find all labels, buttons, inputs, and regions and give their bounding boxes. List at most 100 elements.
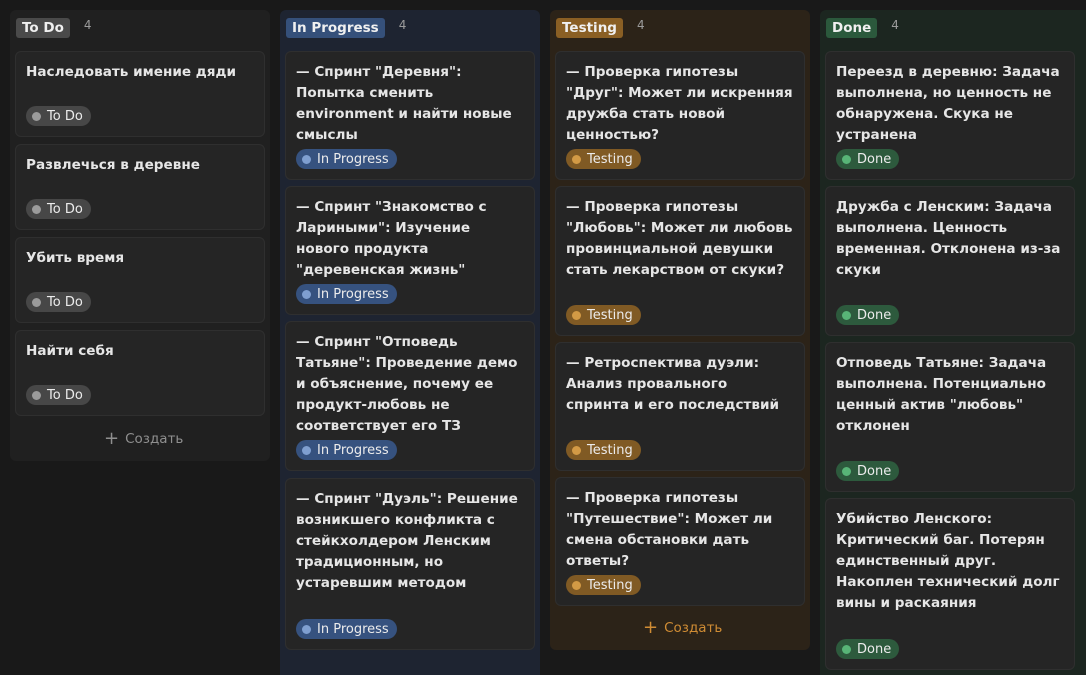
status-dot <box>302 624 311 634</box>
status-label: To Do <box>47 201 83 217</box>
status-badge[interactable]: Done <box>836 149 900 169</box>
card[interactable]: — Ретроспектива дуэли: Анализ провальног… <box>555 342 805 471</box>
column-done: Done 4 Переезд в деревню: Задача выполне… <box>820 10 1086 675</box>
column-count-in-progress: 4 <box>398 18 407 32</box>
status-dot <box>302 289 311 299</box>
column-header-testing[interactable]: Testing 4 <box>556 18 645 38</box>
card[interactable]: Дружба с Ленским: Задача выполнена. Ценн… <box>825 186 1075 336</box>
status-label: In Progress <box>317 621 389 637</box>
status-dot <box>842 310 851 320</box>
card[interactable]: Отповедь Татьяне: Задача выполнена. Поте… <box>825 342 1075 492</box>
column-count-done: 4 <box>891 18 899 32</box>
status-badge[interactable]: To Do <box>26 292 91 312</box>
status-badge[interactable]: Done <box>836 461 900 481</box>
status-dot <box>302 154 311 164</box>
card[interactable]: Наследовать имение дяди To Do <box>15 51 265 137</box>
card-title: Убить время <box>26 250 125 266</box>
status-label: In Progress <box>317 286 389 302</box>
status-badge[interactable]: Testing <box>566 305 641 325</box>
card-title: Найти себя <box>26 343 114 359</box>
column-title-testing: Testing <box>556 18 623 38</box>
card-title: — Спринт "Деревня": Попытка сменить envi… <box>296 64 512 143</box>
status-dot <box>572 580 581 590</box>
card[interactable]: Развлечься в деревне To Do <box>15 144 265 230</box>
create-label: Создать <box>664 620 723 636</box>
status-badge[interactable]: Done <box>836 639 900 659</box>
card[interactable]: Убить время To Do <box>15 237 265 323</box>
status-badge[interactable]: Done <box>836 305 900 325</box>
create-label: Создать <box>125 431 184 447</box>
card-title: Отповедь Татьяне: Задача выполнена. Поте… <box>836 355 1047 434</box>
card-title: — Спринт "Отповедь Татьяне": Проведение … <box>296 334 518 434</box>
status-dot <box>32 111 41 121</box>
card[interactable]: Переезд в деревню: Задача выполнена, но … <box>825 51 1075 180</box>
card-title: Развлечься в деревне <box>26 157 200 173</box>
card[interactable]: Убийство Ленского: Критический баг. Поте… <box>825 498 1075 670</box>
column-title-done: Done <box>826 18 878 38</box>
card[interactable]: — Проверка гипотезы "Любовь": Может ли л… <box>555 186 805 336</box>
status-badge[interactable]: In Progress <box>296 149 397 169</box>
status-dot <box>572 154 581 164</box>
card-title: Переезд в деревню: Задача выполнена, но … <box>836 64 1060 143</box>
card[interactable]: — Спринт "Знакомство с Лариными": Изучен… <box>285 186 535 315</box>
status-label: Done <box>857 307 892 323</box>
status-label: Testing <box>587 151 633 167</box>
column-count-testing: 4 <box>636 18 645 32</box>
card[interactable]: — Спринт "Дуэль": Решение возникшего кон… <box>285 478 535 650</box>
status-label: In Progress <box>317 151 389 167</box>
status-badge[interactable]: Testing <box>566 440 641 460</box>
plus-icon: + <box>643 617 659 638</box>
status-dot <box>302 445 311 455</box>
column-count-todo: 4 <box>83 18 92 32</box>
kanban-board: To Do 4 Наследовать имение дяди To Do Ра… <box>0 0 1086 675</box>
card-title: — Ретроспектива дуэли: Анализ провальног… <box>566 355 780 413</box>
card[interactable]: Найти себя To Do <box>15 330 265 416</box>
column-title-todo: To Do <box>16 18 70 38</box>
status-dot <box>572 445 581 455</box>
status-dot <box>572 310 581 320</box>
card-title: Убийство Ленского: Критический баг. Поте… <box>836 511 1060 611</box>
card-title: Дружба с Ленским: Задача выполнена. Ценн… <box>836 199 1061 278</box>
status-dot <box>842 466 851 476</box>
status-dot <box>842 644 851 654</box>
status-label: To Do <box>47 387 83 403</box>
status-label: Testing <box>587 442 633 458</box>
status-badge[interactable]: To Do <box>26 106 91 126</box>
status-badge[interactable]: In Progress <box>296 440 397 460</box>
status-dot <box>32 297 41 307</box>
column-header-done[interactable]: Done 4 <box>826 18 899 38</box>
column-todo: To Do 4 Наследовать имение дяди To Do Ра… <box>10 10 270 461</box>
status-label: Testing <box>587 577 633 593</box>
card[interactable]: — Спринт "Отповедь Татьяне": Проведение … <box>285 321 535 471</box>
status-label: Done <box>857 151 892 167</box>
status-badge[interactable]: In Progress <box>296 619 397 639</box>
status-label: Testing <box>587 307 633 323</box>
create-card-button-testing[interactable]: + Создать <box>643 619 722 637</box>
card-title: — Проверка гипотезы "Любовь": Может ли л… <box>566 199 793 278</box>
status-label: To Do <box>47 108 83 124</box>
status-badge[interactable]: Testing <box>566 575 641 595</box>
card[interactable]: — Проверка гипотезы "Путешествие": Может… <box>555 477 805 606</box>
card-title: — Спринт "Дуэль": Решение возникшего кон… <box>296 491 518 591</box>
status-dot <box>842 154 851 164</box>
column-header-in-progress[interactable]: In Progress 4 <box>286 18 406 38</box>
status-dot <box>32 204 41 214</box>
status-badge[interactable]: In Progress <box>296 284 397 304</box>
column-title-in-progress: In Progress <box>286 18 385 38</box>
status-label: Done <box>857 463 892 479</box>
card-title: — Проверка гипотезы "Путешествие": Может… <box>566 490 773 569</box>
status-badge[interactable]: To Do <box>26 199 91 219</box>
column-in-progress: In Progress 4 — Спринт "Деревня": Попытк… <box>280 10 540 675</box>
column-header-todo[interactable]: To Do 4 <box>16 18 92 38</box>
status-label: In Progress <box>317 442 389 458</box>
create-card-button-todo[interactable]: + Создать <box>104 430 183 448</box>
status-label: Done <box>857 641 892 657</box>
card-title: — Спринт "Знакомство с Лариными": Изучен… <box>296 199 487 278</box>
status-label: To Do <box>47 294 83 310</box>
card-title: Наследовать имение дяди <box>26 64 237 80</box>
status-badge[interactable]: Testing <box>566 149 641 169</box>
column-testing: Testing 4 — Проверка гипотезы "Друг": Мо… <box>550 10 810 650</box>
card[interactable]: — Проверка гипотезы "Друг": Может ли иск… <box>555 51 805 180</box>
status-badge[interactable]: To Do <box>26 385 91 405</box>
card[interactable]: — Спринт "Деревня": Попытка сменить envi… <box>285 51 535 180</box>
